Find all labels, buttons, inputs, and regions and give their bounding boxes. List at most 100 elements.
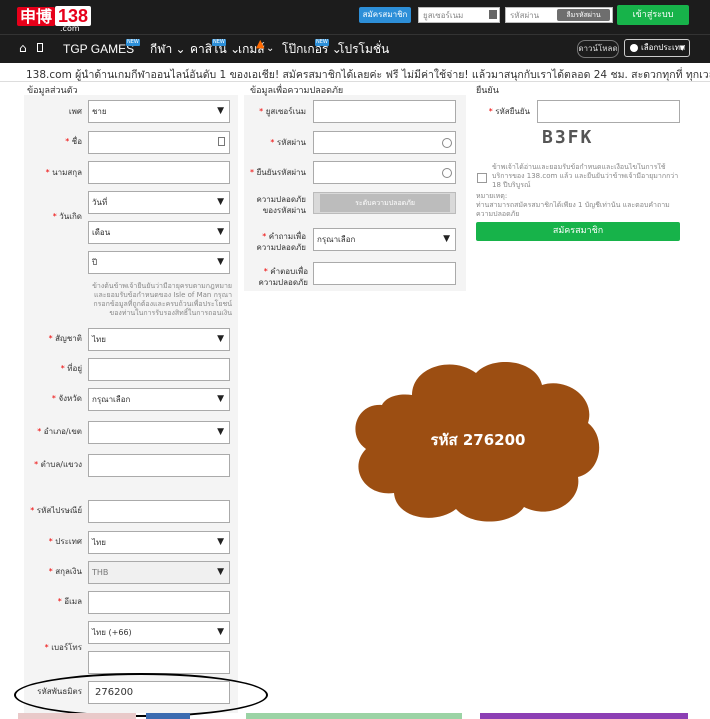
submit-register-button[interactable]: สมัครสมาชิก: [476, 222, 680, 241]
phone-code-select[interactable]: ไทย (+66): [88, 621, 230, 644]
confirm-password-label-text: ยืนยันรหัสผ่าน: [256, 168, 306, 177]
login-button[interactable]: เข้าสู่ระบบ: [617, 5, 689, 25]
fire-icon: ▲: [256, 37, 265, 50]
confirm-password-label: * ยืนยันรหัสผ่าน: [250, 168, 306, 177]
dob-year-select[interactable]: ปี: [88, 251, 230, 274]
dob-note: ข้างต้นข้าพเจ้ายืนยันว่ามีอายุครบตามกฎหม…: [92, 282, 232, 317]
captcha-label: * รหัสยืนยัน: [488, 107, 530, 116]
logo-number: 138: [55, 6, 92, 26]
footer-banner-4[interactable]: [480, 713, 688, 719]
security-question-select[interactable]: กรุณาเลือก: [313, 228, 456, 251]
phone-label: * เบอร์โทร: [44, 643, 82, 652]
country-label-text: ประเทศ: [55, 537, 82, 546]
keyboard-icon: [489, 10, 497, 19]
sec-password-input[interactable]: [313, 131, 456, 154]
subdistrict-input[interactable]: [88, 454, 230, 477]
cloud-overlay: รหัส 276200: [355, 361, 600, 522]
country-label: * ประเทศ: [48, 537, 82, 546]
caret-down-icon: ▼: [679, 44, 685, 52]
captcha-input[interactable]: [537, 100, 680, 123]
address-input[interactable]: [88, 358, 230, 381]
notice-text: ท่านสามารถสมัครสมาชิกได้เพียง 1 บัญชีเท่…: [476, 201, 670, 218]
footer-banner-2[interactable]: [146, 713, 190, 719]
new-badge: NEW: [126, 39, 140, 46]
terms-checkbox[interactable]: [477, 173, 487, 183]
language-select-label: เลือกประเทศ: [641, 43, 686, 52]
country-value: ไทย: [92, 538, 106, 547]
forgot-password-button[interactable]: ลืมรหัสผ่าน: [557, 9, 610, 21]
subdistrict-label: * ตำบล/แขวง: [34, 460, 82, 469]
footer-banner-1[interactable]: [18, 713, 136, 719]
gender-value: ชาย: [92, 107, 107, 116]
dob-month-select[interactable]: เดือน: [88, 221, 230, 244]
nav-promotions[interactable]: โปรโมชั่น: [338, 35, 389, 63]
province-label-text: จังหวัด: [58, 394, 82, 403]
gender-select[interactable]: ชาย: [88, 100, 230, 123]
dob-month-value: เดือน: [92, 228, 111, 237]
security-question-value: กรุณาเลือก: [317, 235, 356, 244]
new-badge: NEW: [212, 39, 226, 46]
dob-label: * วันเกิด: [52, 212, 82, 221]
postcode-label-text: รหัสไปรษณีย์: [36, 506, 82, 515]
dob-day-select[interactable]: วันที่: [88, 191, 230, 214]
home-icon[interactable]: ⌂: [19, 41, 27, 55]
address-label-text: ที่อยู่: [67, 364, 82, 373]
currency-label: * สกุลเงิน: [48, 567, 82, 576]
gender-label: เพศ: [68, 107, 82, 116]
confirm-password-input[interactable]: [313, 161, 456, 184]
personal-section-title: ข้อมูลส่วนตัว: [27, 86, 78, 96]
dob-day-value: วันที่: [92, 198, 108, 207]
currency-select[interactable]: THB: [88, 561, 230, 584]
nationality-label-text: สัญชาติ: [55, 334, 82, 343]
phone-code-value: ไทย (+66): [92, 628, 132, 637]
email-label-text: อีเมล: [64, 597, 82, 606]
captcha-label-text: รหัสยืนยัน: [495, 107, 530, 116]
address-label: * ที่อยู่: [60, 364, 82, 373]
nationality-label: * สัญชาติ: [48, 334, 82, 343]
province-select[interactable]: กรุณาเลือก: [88, 388, 230, 411]
district-select[interactable]: [88, 421, 230, 444]
postcode-input[interactable]: [88, 500, 230, 523]
currency-label-text: สกุลเงิน: [55, 567, 82, 576]
download-pill[interactable]: ดาวน์โหลด: [577, 40, 619, 58]
nav-tgp-games[interactable]: TGP GAMES: [63, 35, 134, 63]
security-question-label: * คำถามเพื่อความปลอดภัย: [256, 232, 306, 252]
strength-label: ความปลอดภัยของรหัสผ่าน: [256, 195, 306, 215]
eye-icon[interactable]: [442, 168, 452, 178]
country-select[interactable]: ไทย: [88, 531, 230, 554]
dob-label-text: วันเกิด: [59, 212, 82, 221]
eye-icon[interactable]: [442, 138, 452, 148]
email-input[interactable]: [88, 591, 230, 614]
sec-password-label: * รหัสผ่าน: [270, 138, 306, 147]
top-bar: 申博 138 .com สมัครสมาชิก ยูสเซอร์เนม รหัสผ…: [0, 0, 710, 34]
main-nav: ⌂ TGP GAMES NEW กีฬา ⌄ คาสิโน ⌄ NEW เกมส…: [0, 34, 710, 63]
first-name-input[interactable]: [88, 131, 230, 154]
mobile-icon[interactable]: [37, 43, 43, 52]
globe-icon: [630, 44, 638, 52]
last-name-input[interactable]: [88, 161, 230, 184]
dob-year-value: ปี: [92, 258, 98, 267]
sec-username-input[interactable]: [313, 100, 456, 123]
first-name-label: * ชื่อ: [65, 137, 82, 146]
phone-number-input[interactable]: [88, 651, 230, 674]
footer-banner-3[interactable]: [246, 713, 462, 719]
contact-card-icon: [218, 137, 225, 146]
username-input[interactable]: ยูสเซอร์เนม: [418, 7, 500, 23]
currency-value: THB: [92, 568, 109, 577]
last-name-label: * นามสกุล: [45, 168, 82, 177]
nationality-select[interactable]: ไทย: [88, 328, 230, 351]
sec-username-label-text: ยูสเซอร์เนม: [265, 107, 306, 116]
nav-poker[interactable]: โป๊กเกอร์ ⌄: [282, 35, 342, 63]
language-select[interactable]: เลือกประเทศ ▼: [624, 39, 690, 57]
register-button[interactable]: สมัครสมาชิก: [359, 7, 411, 23]
first-name-label-text: ชื่อ: [71, 137, 82, 146]
new-badge: NEW: [315, 39, 329, 46]
province-value: กรุณาเลือก: [92, 395, 131, 404]
cloud-text: รหัส 276200: [431, 431, 526, 449]
promo-banner: 138.com ผู้นำด้านเกมกีฬาออนไลน์อันดับ 1 …: [0, 63, 710, 82]
sec-username-label: * ยูสเซอร์เนม: [259, 107, 306, 116]
nav-sports[interactable]: กีฬา ⌄: [150, 35, 186, 63]
security-section-title: ข้อมูลเพื่อความปลอดภัย: [250, 86, 344, 96]
security-answer-label: * คำตอบเพื่อความปลอดภัย: [258, 267, 308, 287]
security-answer-input[interactable]: [313, 262, 456, 285]
